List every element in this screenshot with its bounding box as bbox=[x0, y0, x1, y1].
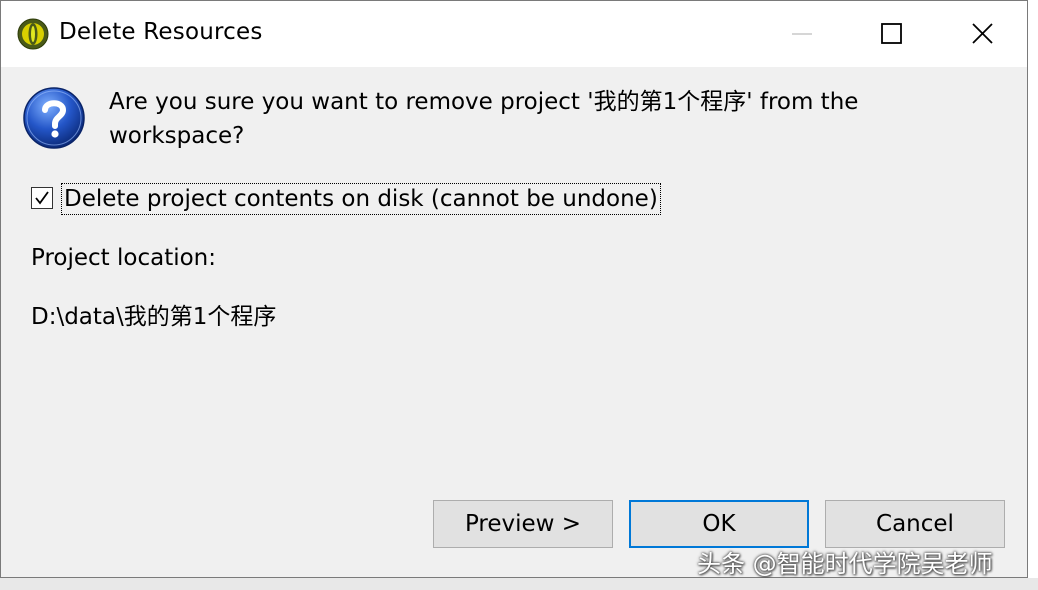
question-icon bbox=[21, 85, 87, 151]
close-icon bbox=[972, 23, 993, 44]
maximize-icon bbox=[881, 23, 902, 44]
minimize-icon bbox=[792, 33, 812, 35]
delete-contents-checkbox[interactable] bbox=[31, 187, 53, 209]
window-title: Delete Resources bbox=[59, 19, 263, 45]
background-strip bbox=[0, 578, 1038, 590]
project-location-value: D:\data\我的第1个程序 bbox=[31, 304, 277, 330]
confirmation-message: Are you sure you want to remove project … bbox=[109, 89, 859, 149]
watermark: 头条 @智能时代学院吴老师 bbox=[697, 550, 993, 578]
project-location-label: Project location: bbox=[31, 245, 217, 271]
close-button[interactable] bbox=[937, 1, 1027, 67]
minimize-button[interactable] bbox=[757, 1, 847, 67]
cancel-button[interactable]: Cancel bbox=[825, 500, 1005, 548]
ok-button[interactable]: OK bbox=[629, 500, 809, 548]
eclipse-app-icon bbox=[17, 18, 49, 50]
preview-button[interactable]: Preview > bbox=[433, 500, 613, 548]
title-bar[interactable]: Delete Resources bbox=[1, 1, 1027, 67]
delete-resources-dialog: Delete Resources Are you sure you want t… bbox=[0, 0, 1028, 578]
checkmark-icon bbox=[35, 191, 49, 205]
delete-contents-label[interactable]: Delete project contents on disk (cannot … bbox=[61, 183, 661, 215]
maximize-button[interactable] bbox=[847, 1, 937, 67]
